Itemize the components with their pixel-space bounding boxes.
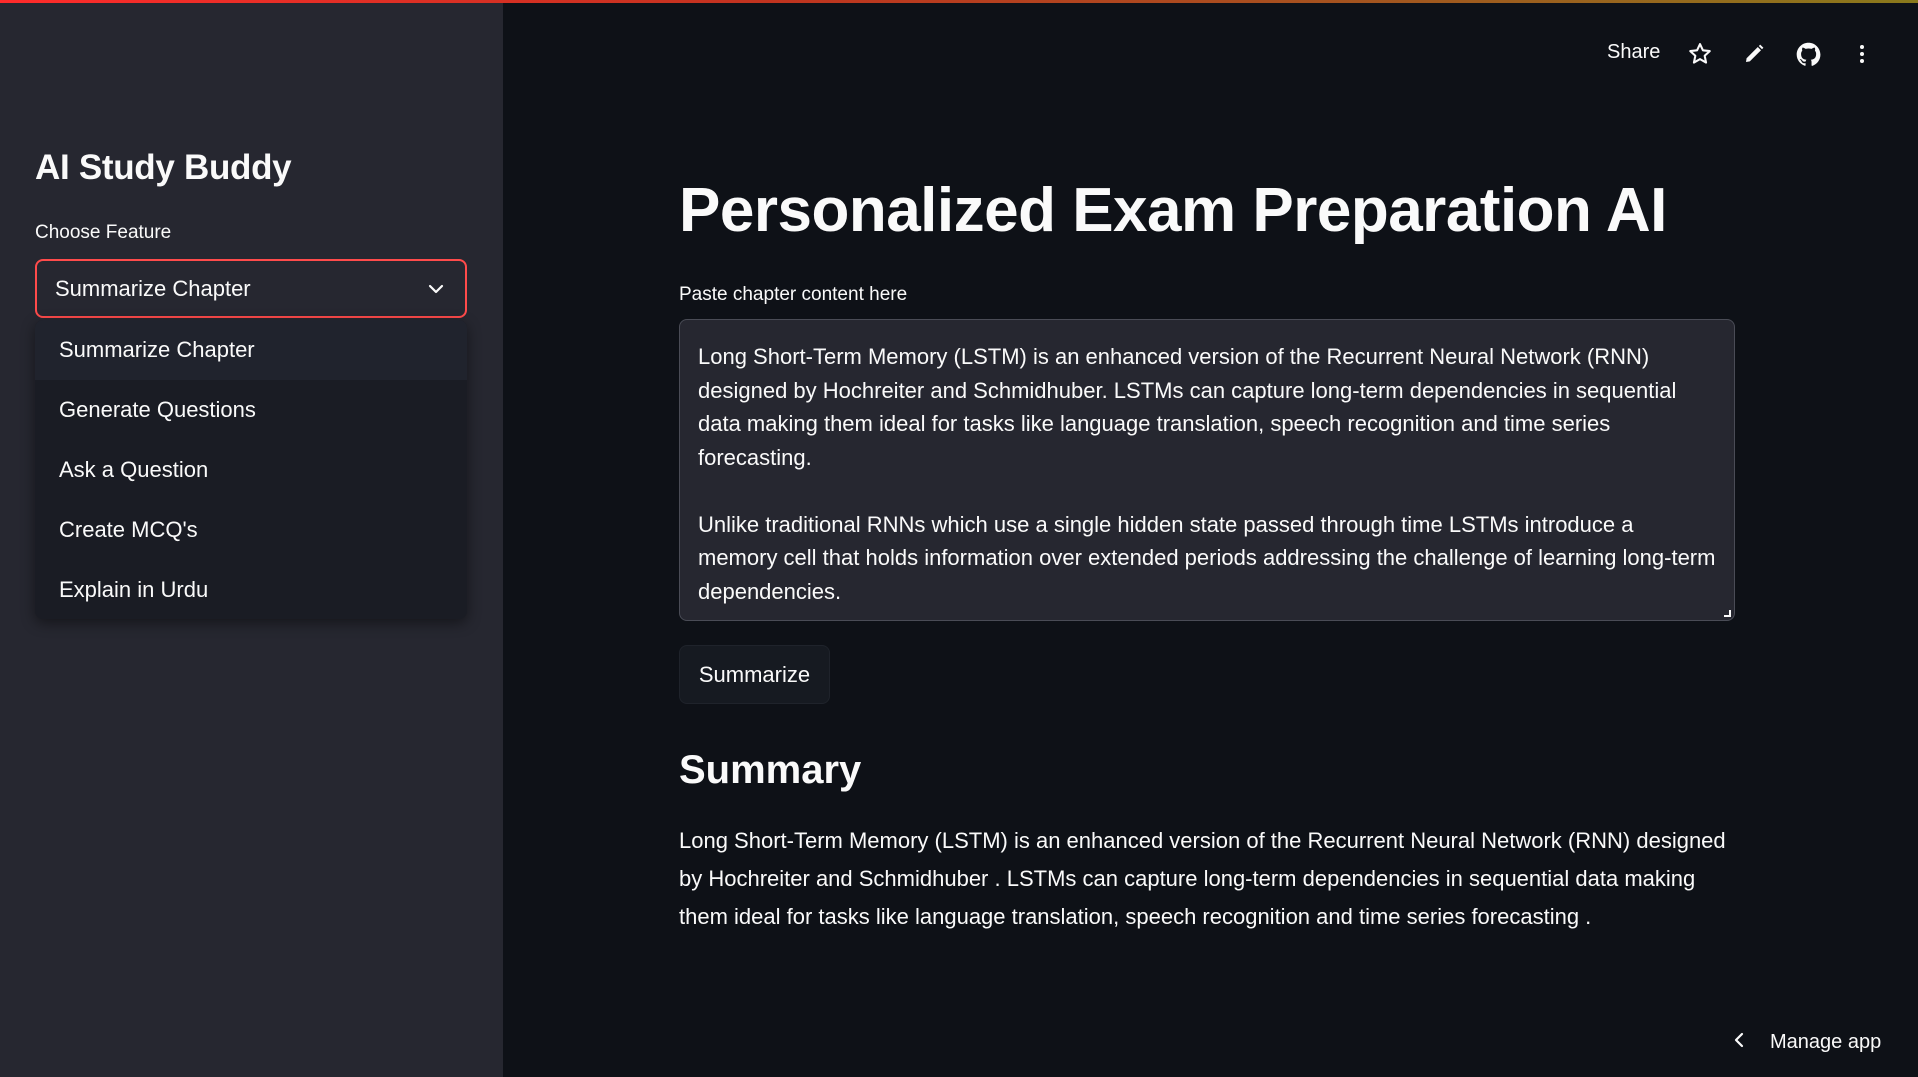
summary-text: Long Short-Term Memory (LSTM) is an enha… <box>679 828 1726 929</box>
resize-handle-icon[interactable] <box>1724 610 1731 617</box>
chevron-down-icon <box>425 278 447 300</box>
summarize-button[interactable]: Summarize <box>679 645 830 704</box>
feature-dropdown-menu: Summarize Chapter Generate Questions Ask… <box>35 320 467 619</box>
chapter-content-label: Paste chapter content here <box>679 284 908 305</box>
star-icon[interactable] <box>1686 40 1714 68</box>
top-decoration-bar <box>0 0 1918 3</box>
textarea-paragraph: Unlike traditional RNNs which use a sing… <box>698 511 1716 604</box>
chapter-content-textarea[interactable]: Long Short-Term Memory (LSTM) is an enha… <box>679 319 1735 621</box>
pencil-icon[interactable] <box>1740 40 1768 68</box>
choose-feature-label: Choose Feature <box>35 222 172 243</box>
manage-app-button[interactable]: Manage app <box>1730 1031 1881 1054</box>
chevron-left-icon <box>1730 1031 1748 1054</box>
feature-select[interactable]: Summarize Chapter <box>35 259 467 318</box>
sidebar-title: AI Study Buddy <box>35 148 292 187</box>
dropdown-option-create-mcqs[interactable]: Create MCQ's <box>35 500 467 560</box>
summary-heading: Summary <box>679 748 862 792</box>
manage-app-label: Manage app <box>1770 1031 1882 1053</box>
more-vertical-icon[interactable] <box>1848 40 1876 68</box>
sidebar: AI Study Buddy Choose Feature Summarize … <box>0 0 503 1077</box>
dropdown-option-explain-urdu[interactable]: Explain in Urdu <box>35 560 467 619</box>
dropdown-option-ask-question[interactable]: Ask a Question <box>35 440 467 500</box>
feature-select-value: Summarize Chapter <box>55 275 251 301</box>
dropdown-option-summarize-chapter[interactable]: Summarize Chapter <box>35 320 467 380</box>
github-icon[interactable] <box>1794 40 1822 68</box>
page-title: Personalized Exam Preparation AI <box>679 176 1667 245</box>
dropdown-option-generate-questions[interactable]: Generate Questions <box>35 380 467 440</box>
textarea-paragraph: Long Short-Term Memory (LSTM) is an enha… <box>698 344 1677 470</box>
share-button[interactable]: Share <box>1607 41 1660 64</box>
